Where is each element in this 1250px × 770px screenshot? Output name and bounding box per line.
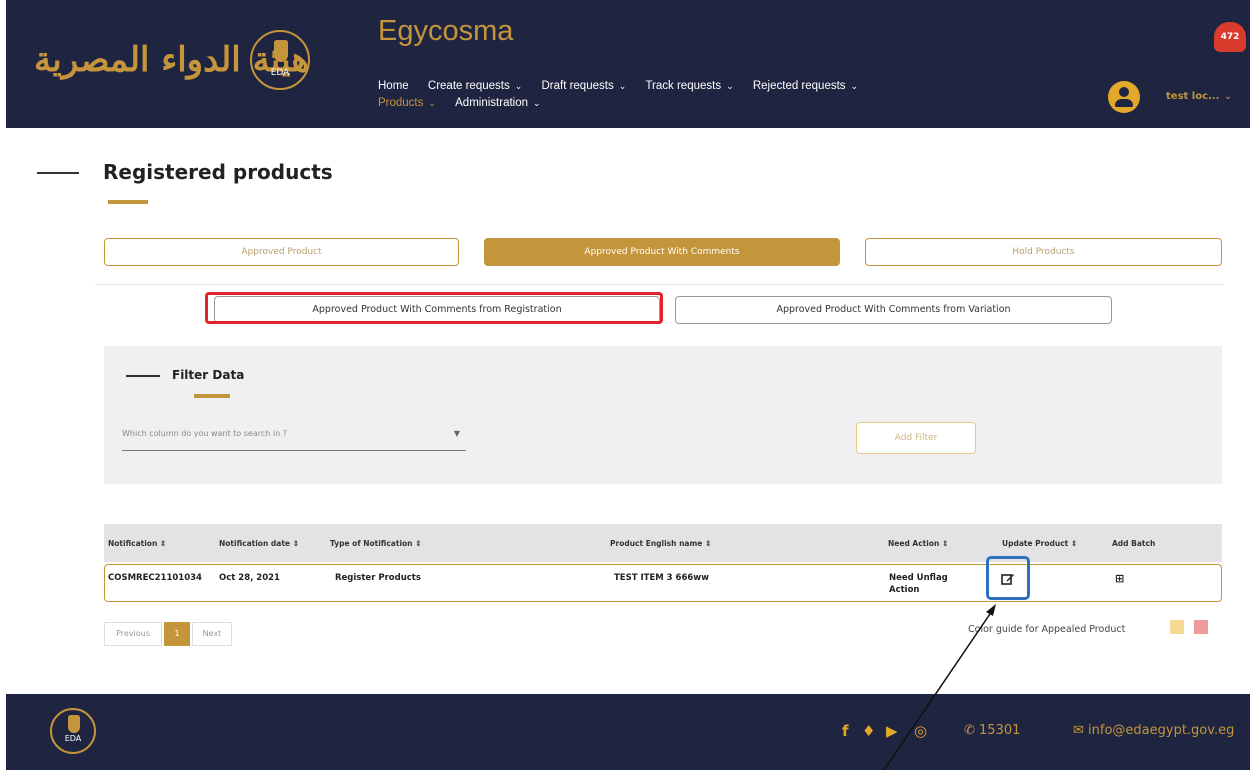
page-title: Registered products (103, 160, 333, 184)
nav-row-1: Home Create requests ⌄ Draft requests ⌄ Tr… (378, 78, 1018, 95)
nav-row-2: Products ⌄ Administration ⌄ (378, 95, 1018, 112)
instagram-icon[interactable]: ◎ (914, 722, 927, 740)
chevron-down-icon: ⌄ (428, 98, 436, 108)
filter-underline (194, 394, 230, 398)
cell-product-english-name: TEST ITEM 3 666ww (614, 573, 709, 583)
footer-seal-text: EDA (64, 734, 82, 743)
column-add-batch: Add Batch (1112, 539, 1156, 548)
table-header: Notification ⇕ Notification date ⇕ Type … (104, 524, 1222, 562)
facebook-icon[interactable]: f (842, 722, 849, 740)
eagle-emblem-icon (68, 715, 80, 733)
cell-need-action: Need Unflag Action (889, 573, 948, 595)
nav-home[interactable]: Home (378, 78, 409, 95)
app-title: Egycosma (378, 15, 514, 47)
tab-hold-products[interactable]: Hold Products (865, 238, 1222, 266)
footer: EDA f ♦ ▶ ◎ ✆ 15301 ✉ info@edaegypt.gov.… (6, 694, 1250, 770)
red-highlight-box (205, 292, 663, 324)
nav-rejected-requests[interactable]: Rejected requests ⌄ (753, 78, 858, 95)
footer-eda-logo: EDA (50, 708, 96, 754)
tab-approved-product-with-comments[interactable]: Approved Product With Comments (484, 238, 840, 266)
color-guide-label: Color guide for Appealed Product (968, 624, 1126, 635)
appealed-swatch-yellow (1170, 620, 1184, 634)
filter-panel: Filter Data Which column do you want to … (104, 346, 1222, 484)
search-column-placeholder: Which column do you want to search in ? (122, 429, 287, 438)
filter-title: Filter Data (172, 368, 245, 382)
subtab-comments-from-variation[interactable]: Approved Product With Comments from Vari… (675, 296, 1112, 324)
previous-page-button[interactable]: Previous (104, 622, 162, 646)
notification-count: 472 (1220, 32, 1240, 42)
title-dash (37, 172, 79, 174)
nav-products[interactable]: Products ⌄ (378, 95, 436, 112)
email-contact[interactable]: ✉ info@edaegypt.gov.eg (1073, 723, 1234, 738)
chevron-down-icon: ⌄ (1224, 92, 1232, 102)
seal-text: EDA (270, 68, 290, 78)
nav-administration[interactable]: Administration ⌄ (455, 95, 540, 112)
blue-highlight-box (986, 556, 1030, 600)
top-header: هيئة الدواء المصرية EDA Egycosma Home Cr… (6, 0, 1250, 128)
cell-notification-date: Oct 28, 2021 (219, 573, 280, 583)
tab-approved-product[interactable]: Approved Product (104, 238, 459, 266)
dropdown-arrow-icon: ▼ (453, 429, 460, 438)
user-avatar-icon[interactable] (1108, 81, 1140, 113)
phone-icon: ✆ (964, 723, 980, 738)
cell-notification: COSMREC21101034 (108, 573, 202, 583)
chevron-down-icon: ⌄ (533, 98, 541, 108)
phone-contact[interactable]: ✆ 15301 (964, 723, 1020, 738)
filter-dash (126, 375, 160, 377)
column-type-of-notification[interactable]: Type of Notification ⇕ (330, 539, 421, 548)
chevron-down-icon: ⌄ (618, 81, 627, 91)
nav-create-requests[interactable]: Create requests ⌄ (428, 78, 522, 95)
next-page-button[interactable]: Next (192, 622, 232, 646)
table-row: COSMREC21101034 Oct 28, 2021 Register Pr… (104, 564, 1222, 602)
page-1-button[interactable]: 1 (164, 622, 190, 646)
appealed-swatch-red (1194, 620, 1208, 634)
nav-track-requests[interactable]: Track requests ⌄ (645, 78, 733, 95)
notification-bell-icon[interactable]: 472 (1214, 22, 1246, 52)
eagle-emblem-icon (274, 40, 288, 62)
twitter-icon[interactable]: ♦ (862, 722, 875, 740)
nav-draft-requests[interactable]: Draft requests ⌄ (541, 78, 626, 95)
cell-type-of-notification: Register Products (335, 573, 421, 583)
main-nav: Home Create requests ⌄ Draft requests ⌄ Tr… (378, 78, 1018, 112)
add-filter-button[interactable]: Add Filter (856, 422, 976, 454)
search-column-select[interactable]: Which column do you want to search in ? … (122, 426, 466, 451)
add-batch-icon[interactable]: ⊞ (1115, 572, 1124, 585)
column-notification-date[interactable]: Notification date ⇕ (219, 539, 299, 548)
chevron-down-icon: ⌄ (726, 81, 734, 91)
chevron-down-icon: ⌄ (514, 81, 523, 91)
column-need-action[interactable]: Need Action ⇕ (888, 539, 948, 548)
title-underline (108, 200, 148, 204)
column-notification[interactable]: Notification ⇕ (108, 539, 166, 548)
mail-icon: ✉ (1073, 723, 1089, 738)
divider (95, 284, 1223, 285)
youtube-icon[interactable]: ▶ (886, 722, 898, 740)
column-update-product[interactable]: Update Product ⇕ (1002, 539, 1077, 548)
eda-seal-logo: EDA (250, 30, 310, 90)
column-product-english-name[interactable]: Product English name ⇕ (610, 539, 711, 548)
user-menu[interactable]: test loc... ⌄ (1166, 91, 1232, 102)
chevron-down-icon: ⌄ (850, 81, 859, 91)
